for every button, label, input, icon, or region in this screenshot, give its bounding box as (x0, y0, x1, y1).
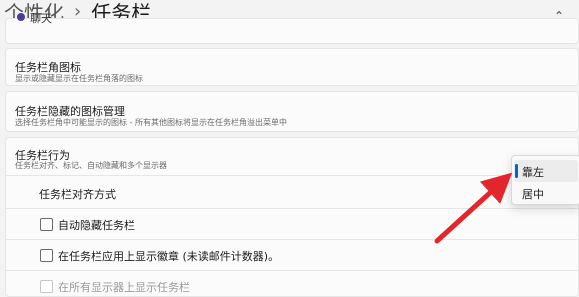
alignment-dropdown[interactable]: 靠左 居中 (511, 155, 579, 205)
badges-label: 在任务栏应用上显示徽章 (未读邮件计数器)。 (58, 250, 280, 263)
alignment-option-left[interactable]: 靠左 (522, 164, 544, 180)
auto-hide-label: 自动隐藏任务栏 (58, 219, 135, 232)
alignment-option-center[interactable]: 居中 (522, 186, 544, 202)
cutoff-settings-card: 聊天 ⌃ (5, 9, 579, 44)
auto-hide-checkbox[interactable] (40, 218, 53, 231)
card-description: 选择任务栏角中可能显示的图标 - 所有其他图标将显示在任务栏角溢出菜单中 (15, 118, 287, 127)
taskbar-corner-icons-card[interactable]: 任务栏角图标 显示或隐藏显示在任务栏角落的图标 (5, 48, 579, 86)
divider (5, 208, 579, 209)
divider (5, 175, 579, 176)
alignment-label: 任务栏对齐方式 (39, 188, 116, 201)
multi-display-checkbox[interactable] (40, 280, 53, 293)
multi-display-label: 在所有显示器上显示任务栏 (58, 281, 190, 294)
chat-icon (17, 13, 25, 21)
selection-indicator (515, 164, 518, 178)
taskbar-overflow-card[interactable]: 任务栏隐藏的图标管理 选择任务栏角中可能显示的图标 - 所有其他图标将显示在任务… (5, 91, 579, 132)
chat-item-label: 聊天 (30, 12, 52, 25)
divider (5, 270, 579, 271)
badges-checkbox[interactable] (40, 249, 53, 262)
card-description: 任务栏对齐、标记、自动隐藏和多个显示器 (15, 161, 167, 170)
card-description: 显示或隐藏显示在任务栏角落的图标 (15, 74, 143, 83)
divider (5, 239, 579, 240)
chevron-icon[interactable]: ⌃ (554, 9, 564, 23)
